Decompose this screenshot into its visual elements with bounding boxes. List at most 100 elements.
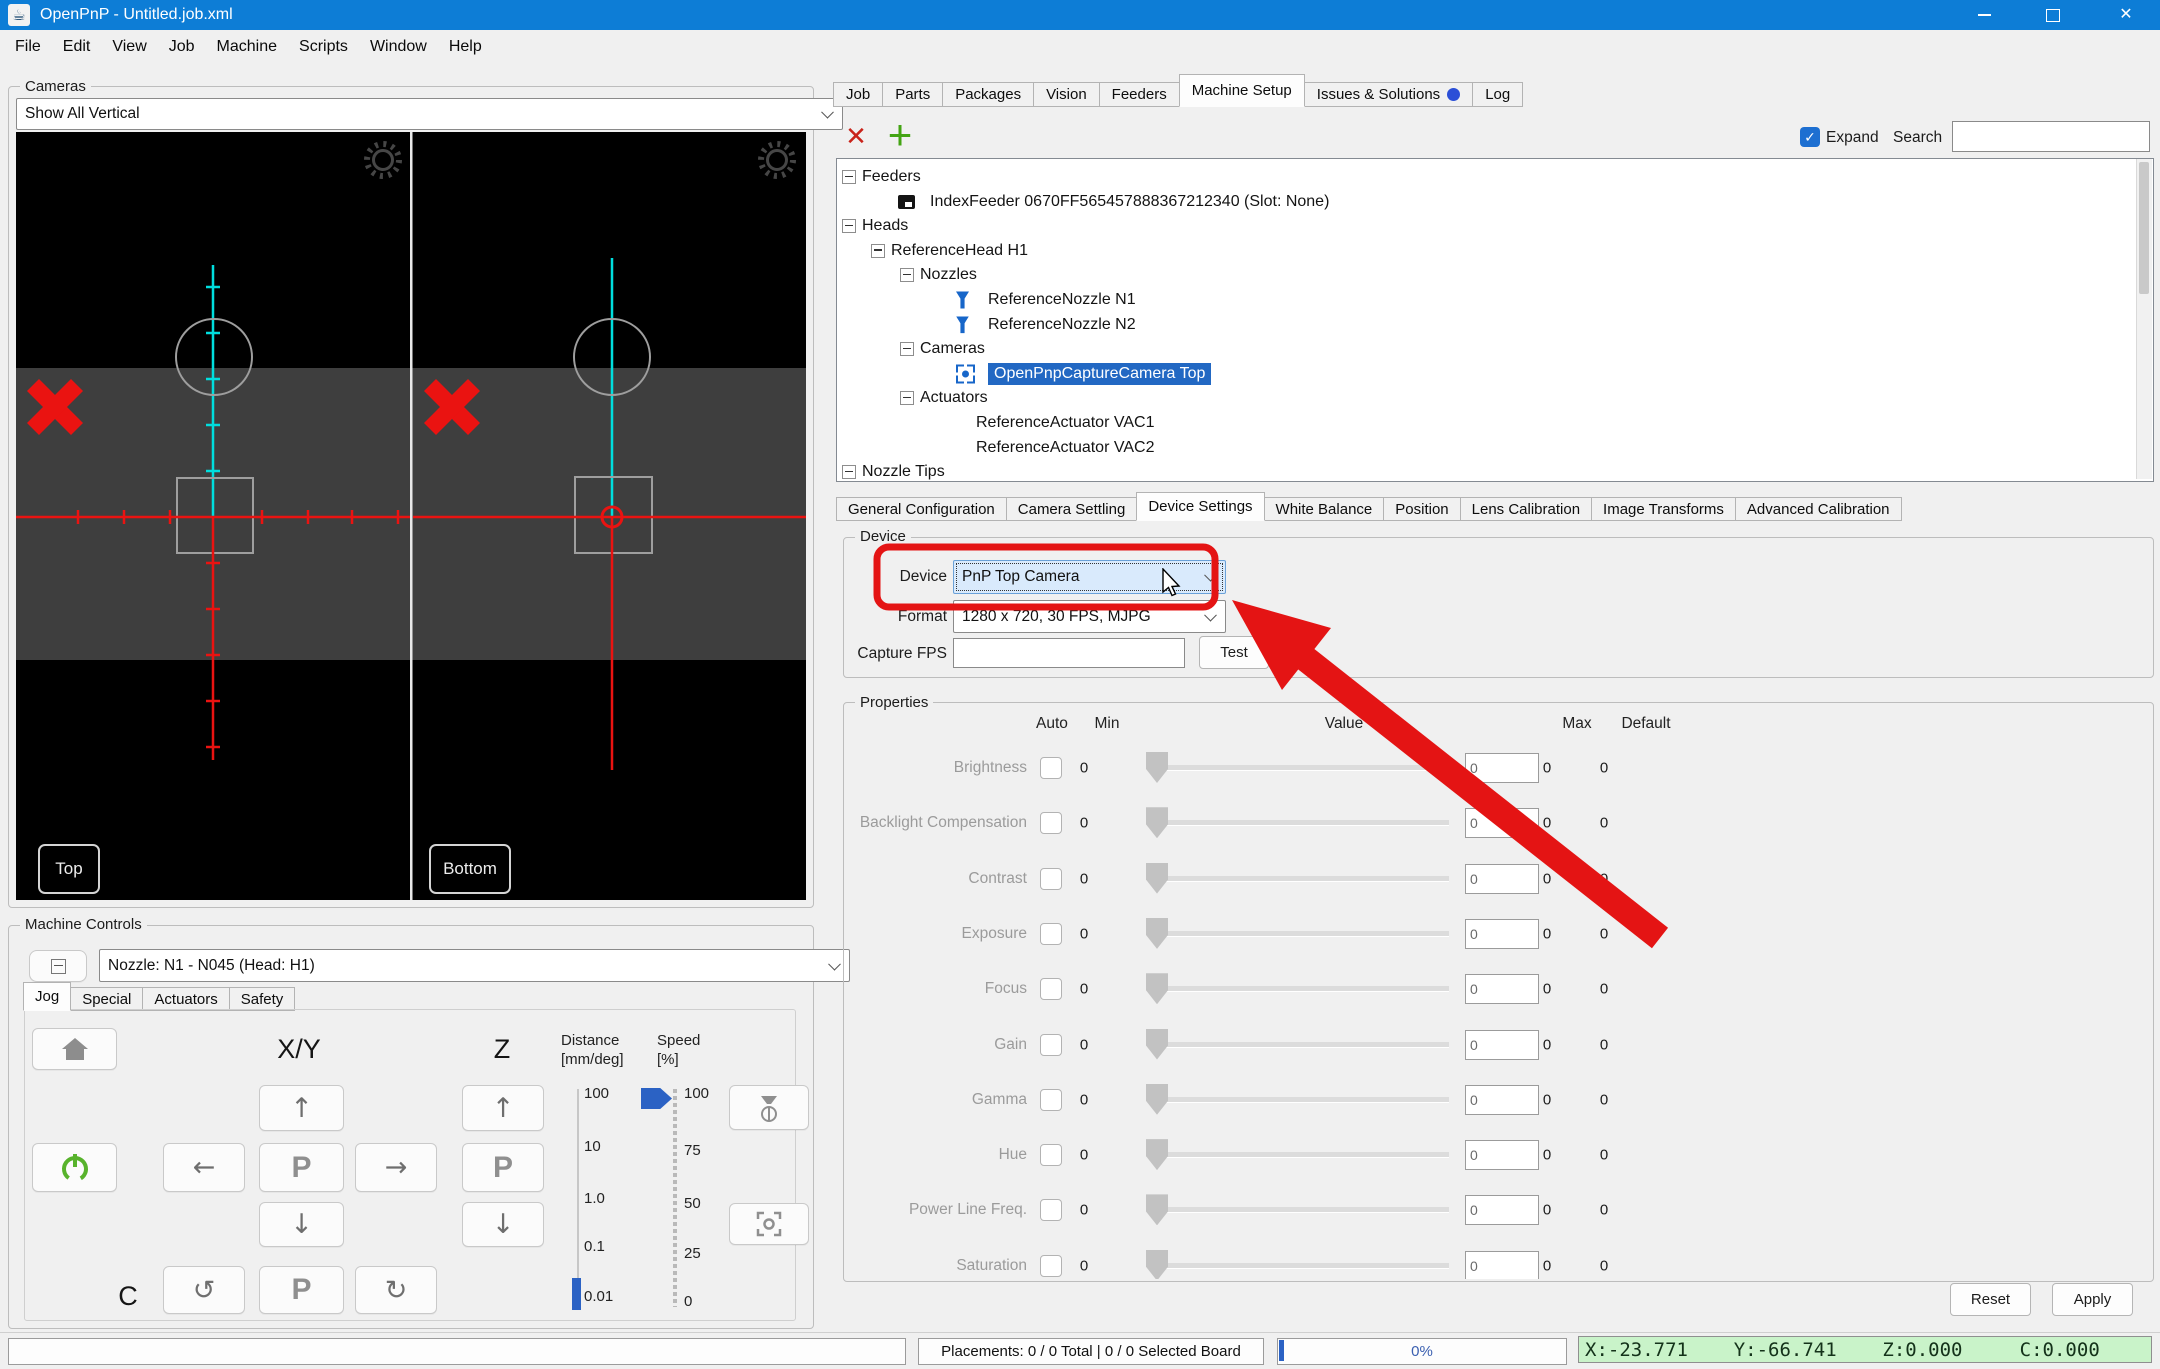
speed-slider-track[interactable]	[673, 1089, 677, 1307]
expand-checkbox[interactable]: ✓	[1800, 127, 1820, 147]
tree-row-nozzle-12[interactable]: Nozzle Tips	[837, 460, 2153, 481]
center-camera-button[interactable]	[729, 1203, 809, 1245]
auto-checkbox[interactable]	[1040, 867, 1062, 890]
value-slider-handle[interactable]	[1146, 1139, 1168, 1171]
tab-vision[interactable]: Vision	[1034, 82, 1100, 107]
tree-row-referenceactuator-11[interactable]: ReferenceActuator VAC2	[837, 436, 2153, 460]
tree-row-actuators-9[interactable]: Actuators	[837, 386, 2153, 410]
distance-slider-track[interactable]	[577, 1089, 579, 1307]
value-slider-track[interactable]	[1152, 986, 1449, 993]
tree-expander-icon[interactable]	[871, 243, 885, 258]
rotate-cw-button[interactable]: ↻	[355, 1266, 437, 1314]
menu-job[interactable]: Job	[158, 38, 206, 56]
menu-machine[interactable]: Machine	[206, 38, 288, 56]
value-slider-track[interactable]	[1152, 1207, 1449, 1214]
jog-y-minus-button[interactable]: ↓	[259, 1202, 344, 1247]
tree-row-referenceactuator-10[interactable]: ReferenceActuator VAC1	[837, 411, 2153, 435]
value-slider-track[interactable]	[1152, 875, 1449, 882]
settings-tab-image-transforms[interactable]: Image Transforms	[1592, 497, 1736, 521]
tab-packages[interactable]: Packages	[943, 82, 1035, 107]
rotate-ccw-button[interactable]: ↺	[163, 1266, 245, 1314]
tree-expander-icon[interactable]	[900, 391, 914, 406]
jog-z-minus-button[interactable]: ↓	[462, 1202, 544, 1247]
value-slider-track[interactable]	[1152, 820, 1449, 827]
value-slider-handle[interactable]	[1146, 1028, 1168, 1060]
camera-view-selector[interactable]: Show All Vertical	[16, 98, 843, 130]
nozzle-selector[interactable]: Nozzle: N1 - N045 (Head: H1)	[99, 949, 850, 982]
controls-tab-safety[interactable]: Safety	[229, 987, 296, 1011]
camera-view-canvas[interactable]	[16, 132, 806, 900]
jog-y-plus-button[interactable]: ↑	[259, 1085, 344, 1131]
capture-fps-input[interactable]	[953, 638, 1185, 668]
tree-expander-icon[interactable]	[900, 268, 914, 283]
auto-checkbox[interactable]	[1040, 1254, 1062, 1277]
auto-checkbox[interactable]	[1040, 812, 1062, 835]
settings-tab-white-balance[interactable]: White Balance	[1264, 497, 1385, 521]
auto-checkbox[interactable]	[1040, 1144, 1062, 1167]
apply-button[interactable]: Apply	[2052, 1283, 2133, 1316]
value-slider-track[interactable]	[1152, 1041, 1449, 1048]
tree-row-feeders-0[interactable]: Feeders	[837, 165, 2153, 189]
close-button[interactable]: ✕	[2095, 0, 2157, 30]
tab-machine-setup[interactable]: Machine Setup	[1178, 74, 1305, 107]
tree-expander-icon[interactable]	[842, 465, 856, 480]
tree-row-referencenozzle-6[interactable]: ReferenceNozzle N2	[837, 313, 2153, 337]
value-slider-handle[interactable]	[1146, 973, 1168, 1005]
tree-row-heads-2[interactable]: Heads	[837, 214, 2153, 238]
power-button[interactable]	[32, 1143, 117, 1192]
tree-row-nozzles-4[interactable]: Nozzles	[837, 263, 2153, 287]
add-button[interactable]: +	[878, 111, 922, 158]
jog-x-minus-button[interactable]: ←	[163, 1143, 245, 1192]
menu-view[interactable]: View	[101, 38, 157, 56]
minimize-button[interactable]	[1953, 0, 2015, 30]
delete-button[interactable]: ✕	[838, 118, 874, 154]
reset-button[interactable]: Reset	[1950, 1283, 2031, 1316]
tab-log[interactable]: Log	[1473, 82, 1524, 107]
value-slider-handle[interactable]	[1146, 917, 1168, 949]
search-input[interactable]	[1952, 121, 2150, 152]
tree-row-referencenozzle-5[interactable]: ReferenceNozzle N1	[837, 288, 2153, 312]
settings-tab-position[interactable]: Position	[1384, 497, 1461, 521]
auto-checkbox[interactable]	[1040, 1033, 1062, 1056]
tree-scrollbar-thumb[interactable]	[2139, 162, 2149, 294]
value-slider-handle[interactable]	[1146, 752, 1168, 783]
value-slider-handle[interactable]	[1146, 1083, 1168, 1115]
park-c-button[interactable]: P	[259, 1266, 344, 1314]
menu-window[interactable]: Window	[359, 38, 438, 56]
test-button[interactable]: Test	[1199, 636, 1269, 669]
maximize-button[interactable]	[2022, 0, 2084, 30]
device-selector[interactable]: PnP Top Camera	[953, 560, 1226, 594]
menu-help[interactable]: Help	[438, 38, 493, 56]
tree-row-cameras-7[interactable]: Cameras	[837, 337, 2153, 361]
auto-checkbox[interactable]	[1040, 1088, 1062, 1111]
park-xy-button[interactable]: P	[259, 1143, 344, 1192]
jog-z-plus-button[interactable]: ↑	[462, 1085, 544, 1131]
auto-checkbox[interactable]	[1040, 1199, 1062, 1222]
menu-edit[interactable]: Edit	[52, 38, 102, 56]
distance-slider-handle[interactable]	[572, 1278, 581, 1310]
value-slider-handle[interactable]	[1146, 862, 1168, 894]
tree-scrollbar[interactable]	[2136, 159, 2152, 479]
home-button[interactable]	[32, 1028, 117, 1070]
value-slider-handle[interactable]	[1146, 1194, 1168, 1226]
controls-tab-special[interactable]: Special	[71, 987, 144, 1011]
tree-row-openpnpcapturecamera-8[interactable]: OpenPnpCaptureCamera Top	[837, 362, 2153, 386]
settings-tab-camera-settling[interactable]: Camera Settling	[1006, 497, 1138, 521]
tree-expander-icon[interactable]	[842, 219, 856, 234]
settings-tab-general-configuration[interactable]: General Configuration	[836, 497, 1007, 521]
auto-checkbox[interactable]	[1040, 922, 1062, 945]
settings-tab-lens-calibration[interactable]: Lens Calibration	[1460, 497, 1593, 521]
jog-x-plus-button[interactable]: →	[355, 1143, 437, 1192]
controls-tab-actuators[interactable]: Actuators	[143, 987, 230, 1011]
tab-job[interactable]: Job	[833, 82, 884, 107]
tree-row-referencehead-3[interactable]: ReferenceHead H1	[837, 239, 2153, 263]
tree-expander-icon[interactable]	[900, 342, 914, 357]
tab-issues-solutions[interactable]: Issues & Solutions	[1304, 82, 1474, 107]
format-selector[interactable]: 1280 x 720, 30 FPS, MJPG	[953, 600, 1226, 633]
controls-tab-jog[interactable]: Jog	[23, 982, 72, 1011]
menu-scripts[interactable]: Scripts	[288, 38, 359, 56]
machine-setup-tree[interactable]: Feeders IndexFeeder 0670FF565457888367212…	[836, 158, 2154, 482]
tree-expander-icon[interactable]	[842, 170, 856, 184]
tree-row-indexfeeder-1[interactable]: IndexFeeder 0670FF565457888367212340 (Sl…	[837, 190, 2153, 214]
auto-checkbox[interactable]	[1040, 757, 1062, 779]
